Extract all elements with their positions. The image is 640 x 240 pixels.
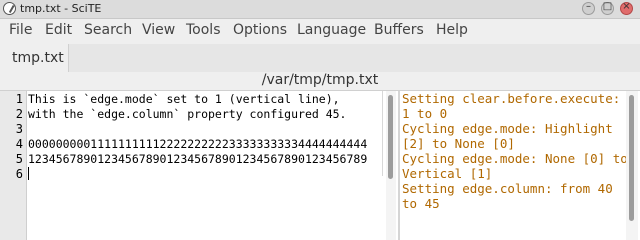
menu-buffers[interactable]: Buffers [374, 22, 424, 38]
output-line: Setting clear.before.execute: [402, 91, 621, 106]
file-path-bar: /var/tmp/tmp.txt [0, 72, 640, 91]
minimize-icon: – [586, 1, 591, 12]
menu-file[interactable]: File [9, 22, 32, 38]
output-line: Cycling edge.mode: None [0] to [402, 151, 628, 166]
code-line[interactable]: with the `edge.column` property configur… [28, 107, 347, 121]
scite-app-icon[interactable] [3, 2, 16, 15]
tab-tmp-txt[interactable]: tmp.txt [0, 44, 69, 72]
title-bar: tmp.txt - SciTE – □ × [0, 0, 640, 19]
close-button[interactable]: × [620, 1, 633, 15]
menu-tools[interactable]: Tools [186, 22, 221, 38]
line-number-gutter[interactable]: 1 2 3 4 5 6 [0, 91, 27, 240]
editor-vertical-scrollbar[interactable] [386, 91, 396, 240]
output-vertical-scrollbar[interactable] [626, 91, 638, 240]
line-number: 1 [15, 92, 23, 106]
code-line[interactable]: 1234567890123456789012345678901234567890… [28, 152, 367, 166]
code-line[interactable]: 0000000001111111111222222222233333333334… [28, 137, 367, 151]
menu-options[interactable]: Options [233, 22, 287, 38]
edge-column-line [382, 91, 383, 176]
menu-search[interactable]: Search [84, 22, 132, 38]
minimize-button[interactable]: – [582, 1, 595, 15]
window-title: tmp.txt - SciTE [20, 2, 102, 15]
output-line: Setting edge.column: from 40 [402, 181, 613, 196]
output-scrollbar-thumb[interactable] [629, 95, 634, 221]
line-number: 5 [15, 152, 23, 166]
menu-bar: File Edit Search View Tools Options Lang… [0, 19, 640, 43]
editor-scrollbar-thumb[interactable] [388, 95, 393, 179]
line-number: 6 [15, 167, 23, 181]
line-number: 3 [15, 122, 23, 136]
menu-edit[interactable]: Edit [45, 22, 72, 38]
file-path: /var/tmp/tmp.txt [261, 72, 379, 88]
menu-language[interactable]: Language [297, 22, 366, 38]
tab-label: tmp.txt [12, 50, 64, 66]
output-line: Cycling edge.mode: Highlight [402, 121, 613, 136]
close-icon: × [622, 1, 631, 12]
menu-help[interactable]: Help [436, 22, 468, 38]
text-caret [28, 167, 29, 180]
output-line: 1 to 0 [402, 106, 448, 121]
output-line: [2] to None [0] [402, 136, 515, 151]
maximize-icon: □ [602, 1, 613, 12]
tab-bar: tmp.txt [0, 44, 640, 72]
menu-view[interactable]: View [142, 22, 175, 38]
editor-pane[interactable]: 1 2 3 4 5 6 This is `edge.mode` set to 1… [0, 91, 398, 240]
line-number: 2 [15, 107, 23, 121]
code-line[interactable]: This is `edge.mode` set to 1 (vertical l… [28, 92, 340, 106]
output-line: to 45 [402, 196, 440, 211]
line-number: 4 [15, 137, 23, 151]
output-line: Vertical [1] [402, 166, 493, 181]
maximize-button[interactable]: □ [601, 1, 614, 15]
